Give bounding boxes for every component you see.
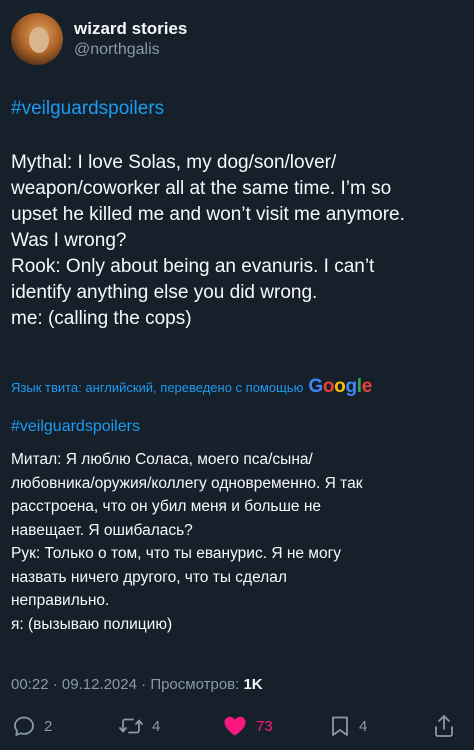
avatar[interactable] [11,13,63,65]
avatar-face [29,27,49,53]
translated-line: назвать ничего другого, что ты сделал [11,568,287,586]
reply-icon [12,714,36,738]
translated-line: Рук: Только о том, что ты еванурис. Я не… [11,545,341,562]
share-button[interactable] [432,713,456,739]
reply-count: 2 [44,717,53,735]
translated-line: любовника/оружия/коллегу одновременно. Я… [11,474,363,492]
tweet-meta: 00:22 · 09.12.2024 · Просмотров: 1K [11,676,263,693]
bookmark-count: 4 [359,717,368,735]
original-line: Mythal: I love Solas, my dog/son/lover/ [11,152,337,173]
google-logo-letter: g [345,376,357,397]
translated-hashtag-link[interactable]: #veilguardspoilers [11,416,140,438]
translation-note[interactable]: Язык твита: английский, переведено с пом… [11,376,372,398]
original-tweet-text: Mythal: I love Solas, my dog/son/lover/ … [11,150,466,332]
share-icon [432,713,456,739]
translated-line: расстроена, что он убил меня и больше не [11,498,322,515]
display-name[interactable]: wizard stories [74,18,187,40]
bookmark-icon [329,714,351,738]
repost-button[interactable]: 4 [118,714,160,738]
original-line: identify anything else you did wrong. [11,282,318,303]
google-logo-letter: o [334,376,346,397]
translated-line: неправильно. [11,592,110,609]
author-names: wizard stories @northgalis [74,18,187,60]
translated-tweet-text: Митал: Я люблю Соласа, моего пса/сына/ л… [11,448,466,636]
google-logo-letter: e [361,376,373,397]
google-logo-letter: o [322,376,335,397]
original-line: Was I wrong? [11,230,127,251]
meta-separator: · [52,676,58,693]
heart-icon [222,714,248,738]
bookmark-button[interactable]: 4 [329,714,367,738]
tweet-header: wizard stories @northgalis [11,13,187,65]
translation-note-text: Язык твита: английский, переведено с пом… [11,379,304,395]
original-line: me: (calling the cops) [11,308,192,329]
translated-line: Митал: Я люблю Соласа, моего пса/сына/ [11,451,313,468]
action-bar: 2 4 73 4 [0,710,474,742]
original-line: weapon/coworker all at the same time. I’… [11,178,392,199]
user-handle[interactable]: @northgalis [74,40,187,60]
original-line: Rook: Only about being an evanuris. I ca… [11,256,375,277]
like-count: 73 [256,717,273,735]
views-count[interactable]: 1K [243,676,262,693]
repost-icon [118,714,144,738]
original-hashtag-link[interactable]: #veilguardspoilers [11,96,164,122]
google-logo-letter: G [308,376,323,397]
translated-line: навещает. Я ошибалась? [11,521,193,539]
meta-separator: · [141,676,147,693]
reply-button[interactable]: 2 [12,714,52,738]
original-line: upset he killed me and won’t visit me an… [11,204,405,225]
tweet-time[interactable]: 00:22 [11,676,49,693]
google-logo: Google [308,376,372,398]
like-button[interactable]: 73 [222,714,273,738]
tweet-date[interactable]: 09.12.2024 [62,676,137,693]
translated-line: я: (вызываю полицию) [11,615,173,633]
views-label: Просмотров: [150,676,240,693]
repost-count: 4 [152,717,161,735]
